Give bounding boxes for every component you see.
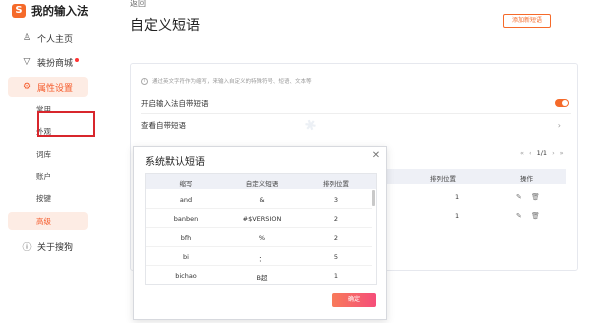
trash-icon[interactable]: 🗑: [531, 212, 540, 220]
first-page-icon[interactable]: «: [520, 149, 524, 157]
position-cell: 1: [455, 212, 460, 220]
sidebar-sub-keys[interactable]: 按键: [8, 189, 88, 207]
column-header: 排列位置: [323, 180, 349, 188]
add-phrase-button[interactable]: 添加新短语: [503, 14, 551, 28]
sidebar-item-store[interactable]: ▽ 装扮商城: [8, 52, 88, 72]
table-row: bichao B超 1: [146, 266, 372, 284]
prev-page-icon[interactable]: ‹: [529, 149, 532, 157]
sidebar: S 我的输入法 ♙ 个人主页 ▽ 装扮商城 ⚙ 属性设置 常用 外观 词库 账户…: [0, 0, 100, 323]
back-link[interactable]: 返回: [130, 0, 146, 9]
column-header: 排列位置: [430, 175, 456, 183]
notification-dot: [75, 57, 80, 62]
phrase-cell: B超: [256, 274, 268, 282]
builtin-phrase-toggle[interactable]: [555, 99, 569, 107]
person-icon: ♙: [22, 33, 32, 43]
builtin-phrase-toggle-row: 开启输入法自带短语: [141, 94, 571, 112]
abbr-cell: bichao: [175, 272, 197, 280]
close-icon[interactable]: ✕: [371, 150, 381, 161]
position-cell: 1: [333, 272, 339, 280]
page-title: 自定义短语: [130, 18, 200, 34]
pagination: « ‹ 1/1 › »: [520, 149, 564, 157]
shirt-icon: ▽: [23, 57, 31, 67]
ok-button[interactable]: 确定: [332, 293, 376, 307]
dialog-title: 系统默认短语: [145, 157, 205, 168]
default-phrases-dialog: 系统默认短语 ✕ 缩写 自定义短语 排列位置 and & 3 banben #$…: [133, 146, 387, 320]
sogou-logo-icon: S: [12, 4, 26, 18]
phrase-cell: #$VERSION: [242, 215, 282, 223]
divider: [141, 113, 571, 114]
brand-name: 我的输入法: [31, 4, 89, 18]
last-page-icon[interactable]: »: [560, 149, 564, 157]
table-row: banben #$VERSION 2: [146, 209, 372, 228]
sidebar-item-label: 个人主页: [37, 34, 74, 45]
column-header: 自定义短语: [245, 180, 279, 188]
table-row: bfh % 2: [146, 228, 372, 247]
sidebar-sub-dictionary[interactable]: 词库: [8, 145, 88, 163]
column-header: 操作: [520, 175, 533, 183]
sidebar-item-profile[interactable]: ♙ 个人主页: [8, 28, 88, 48]
position-cell: 1: [455, 193, 460, 201]
info-icon: i: [141, 77, 148, 85]
table-row: 1 ✎ 🗑: [386, 206, 566, 228]
view-builtin-label: 查看自带短语: [141, 120, 186, 130]
page-indicator: 1/1: [536, 149, 548, 157]
highlight-box: [37, 111, 95, 137]
sidebar-sub-account[interactable]: 账户: [8, 167, 88, 185]
table-row: and & 3: [146, 190, 372, 209]
position-cell: 5: [333, 253, 339, 261]
phrase-table: 缩写 自定义短语 排列位置 and & 3 banben #$VERSION 2…: [145, 173, 377, 285]
phrase-cell: %: [258, 234, 266, 242]
toggle-label: 开启输入法自带短语: [141, 98, 209, 108]
abbr-cell: bfh: [180, 234, 192, 242]
abbr-cell: bi: [183, 253, 189, 261]
sidebar-item-label: 属性设置: [37, 83, 74, 94]
edit-icon[interactable]: ✎: [516, 193, 522, 201]
table-row: bi ： 5: [146, 247, 372, 266]
abbr-cell: and: [179, 196, 193, 204]
phrase-cell: &: [259, 196, 265, 204]
sidebar-item-settings[interactable]: ⚙ 属性设置: [8, 77, 88, 97]
column-header: 缩写: [179, 180, 193, 188]
sidebar-item-about[interactable]: ⓘ 关于搜狗: [8, 236, 88, 256]
edit-icon[interactable]: ✎: [516, 212, 522, 220]
phrase-cell: ：: [258, 255, 266, 263]
info-icon: ⓘ: [22, 242, 32, 253]
table-header: 缩写 自定义短语 排列位置: [146, 174, 376, 189]
sidebar-sub-advanced[interactable]: 高级: [8, 212, 88, 230]
view-builtin-row[interactable]: 查看自带短语 ›: [141, 116, 571, 134]
position-cell: 2: [333, 234, 339, 242]
chevron-right-icon: ›: [557, 120, 561, 130]
brand[interactable]: S 我的输入法: [12, 3, 89, 19]
gear-icon: ⚙: [22, 82, 32, 92]
scrollbar[interactable]: [372, 190, 375, 206]
position-cell: 3: [333, 196, 339, 204]
hint-label: 通过英文字符作为缩写，来输入自定义的特殊符号、短语、文本等: [152, 79, 312, 85]
next-page-icon[interactable]: ›: [552, 149, 555, 157]
sidebar-item-label: 关于搜狗: [37, 242, 74, 253]
trash-icon[interactable]: 🗑: [531, 193, 540, 201]
position-cell: 2: [333, 215, 339, 223]
sidebar-item-label: 装扮商城: [37, 58, 74, 69]
hint-text: i 通过英文字符作为缩写，来输入自定义的特殊符号、短语、文本等: [141, 77, 312, 85]
abbr-cell: banben: [173, 215, 199, 223]
table-header: 排列位置 操作: [386, 169, 566, 184]
